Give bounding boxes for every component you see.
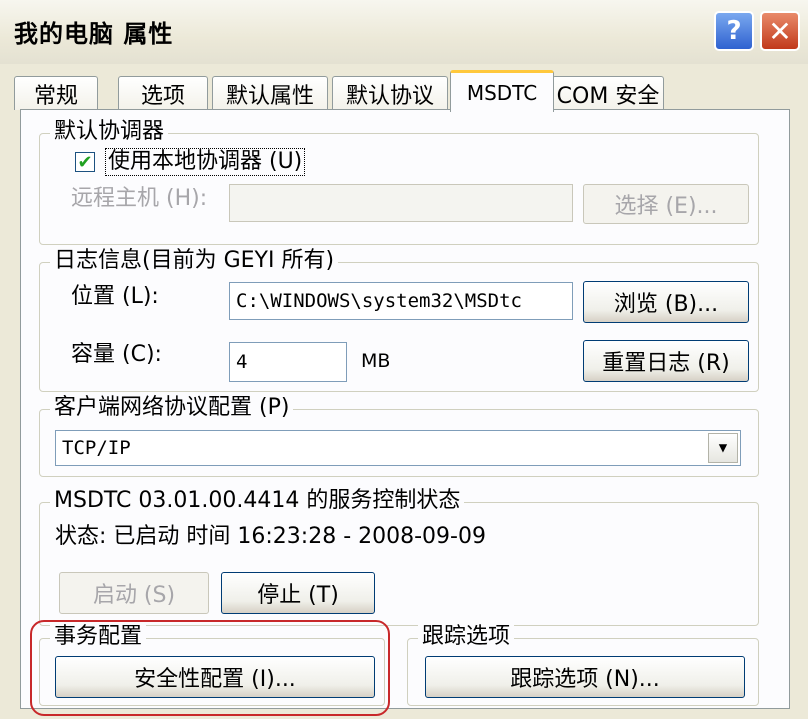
capacity-unit: MB	[361, 350, 391, 372]
tab-msdtc[interactable]: MSDTC	[450, 70, 554, 112]
help-button[interactable]: ?	[714, 11, 754, 51]
capacity-input[interactable]: 4	[229, 342, 347, 382]
tab-general[interactable]: 常规	[14, 76, 98, 110]
log-legend: 日志信息(目前为 GEYI 所有)	[50, 248, 339, 274]
client-protocol-value: TCP/IP	[62, 437, 131, 459]
close-button[interactable]: ✕	[760, 11, 800, 51]
location-input[interactable]: C:\WINDOWS\system32\MSDtc	[229, 282, 573, 320]
select-button[interactable]: 选择 (E)...	[583, 184, 749, 224]
service-legend: MSDTC 03.01.00.4414 的服务控制状态	[50, 488, 465, 514]
tracing-legend: 跟踪选项	[418, 624, 515, 650]
title-bar[interactable]: 我的电脑 属性 ? ✕	[0, 0, 808, 64]
tab-options[interactable]: 选项	[118, 76, 208, 110]
tab-default-properties[interactable]: 默认属性	[212, 76, 328, 110]
tab-com-security[interactable]: COM 安全	[552, 76, 664, 110]
client-protocol-select[interactable]: TCP/IP ▼	[55, 430, 741, 466]
chevron-down-icon[interactable]: ▼	[708, 433, 738, 463]
msdtc-panel: 默认协调器 ✔ 使用本地协调器 (U) 远程主机 (H): 选择 (E)... …	[20, 109, 790, 709]
client-protocol-legend: 客户端网络协议配置 (P)	[50, 395, 294, 421]
service-status: 状态: 已启动 时间 16:23:28 - 2008-09-09	[55, 524, 486, 549]
properties-window: 我的电脑 属性 ? ✕ 常规 选项 默认属性 默认协议 MSDTC COM 安全…	[0, 0, 808, 719]
remote-host-label: 远程主机 (H):	[71, 186, 208, 211]
close-icon: ✕	[768, 14, 792, 48]
stop-button[interactable]: 停止 (T)	[221, 572, 375, 614]
start-button[interactable]: 启动 (S)	[59, 572, 209, 614]
highlight-annotation	[30, 620, 390, 716]
location-label: 位置 (L):	[71, 284, 159, 309]
browse-button[interactable]: 浏览 (B)...	[583, 281, 749, 323]
use-local-label[interactable]: 使用本地协调器 (U)	[105, 148, 306, 176]
coordinator-legend: 默认协调器	[50, 119, 169, 145]
use-local-checkbox[interactable]: ✔	[75, 151, 95, 173]
checkmark-icon: ✔	[77, 151, 93, 173]
tracing-options-button[interactable]: 跟踪选项 (N)...	[425, 656, 745, 698]
reset-log-button[interactable]: 重置日志 (R)	[583, 340, 749, 382]
capacity-label: 容量 (C):	[71, 342, 162, 367]
window-title: 我的电脑 属性	[14, 20, 174, 48]
tab-default-protocols[interactable]: 默认协议	[332, 76, 448, 110]
help-icon: ?	[726, 16, 742, 46]
remote-host-input[interactable]	[229, 184, 573, 222]
